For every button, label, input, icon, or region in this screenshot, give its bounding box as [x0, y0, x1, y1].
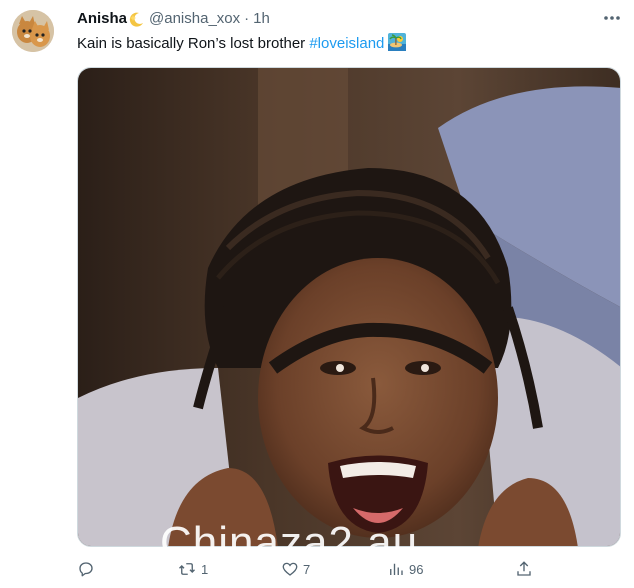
tweet-media-image[interactable]	[77, 67, 621, 547]
avatar[interactable]	[12, 10, 54, 52]
retweet-icon	[179, 563, 195, 575]
tweet-actions: 1 7 96	[77, 560, 537, 584]
share-button[interactable]	[515, 560, 533, 578]
like-count: 7	[303, 561, 311, 577]
cat-avatar-icon	[12, 10, 54, 52]
hashtag-link[interactable]: #loveisland	[309, 35, 384, 52]
retweet-count: 1	[201, 561, 209, 577]
views-button[interactable]: 96	[387, 560, 423, 578]
media-photo	[78, 68, 620, 546]
retweet-button[interactable]: 1	[177, 560, 208, 578]
reply-button[interactable]	[77, 560, 95, 578]
more-dots-icon	[604, 16, 620, 20]
more-button[interactable]	[598, 8, 626, 28]
tweet: Anisha @anisha_xox · 1h Kain is basicall…	[0, 0, 634, 588]
separator-dot: ·	[244, 10, 250, 27]
timestamp[interactable]: 1h	[253, 9, 270, 29]
author-name[interactable]: Anisha	[77, 9, 127, 29]
views-icon	[390, 563, 403, 575]
like-icon	[282, 562, 298, 576]
sparkle-moon-badge-icon	[128, 11, 145, 28]
views-count: 96	[409, 561, 424, 577]
share-icon	[517, 561, 531, 576]
island-emoji-icon	[388, 33, 407, 51]
like-button[interactable]: 7	[281, 560, 310, 578]
tweet-text-main: Kain is basically Ron’s lost brother	[77, 35, 310, 52]
tweet-header: Anisha @anisha_xox · 1h	[77, 9, 270, 29]
reply-icon	[79, 562, 93, 577]
author-handle[interactable]: @anisha_xox	[149, 9, 240, 29]
tweet-text: Kain is basically Ron’s lost brother #lo…	[77, 33, 407, 54]
